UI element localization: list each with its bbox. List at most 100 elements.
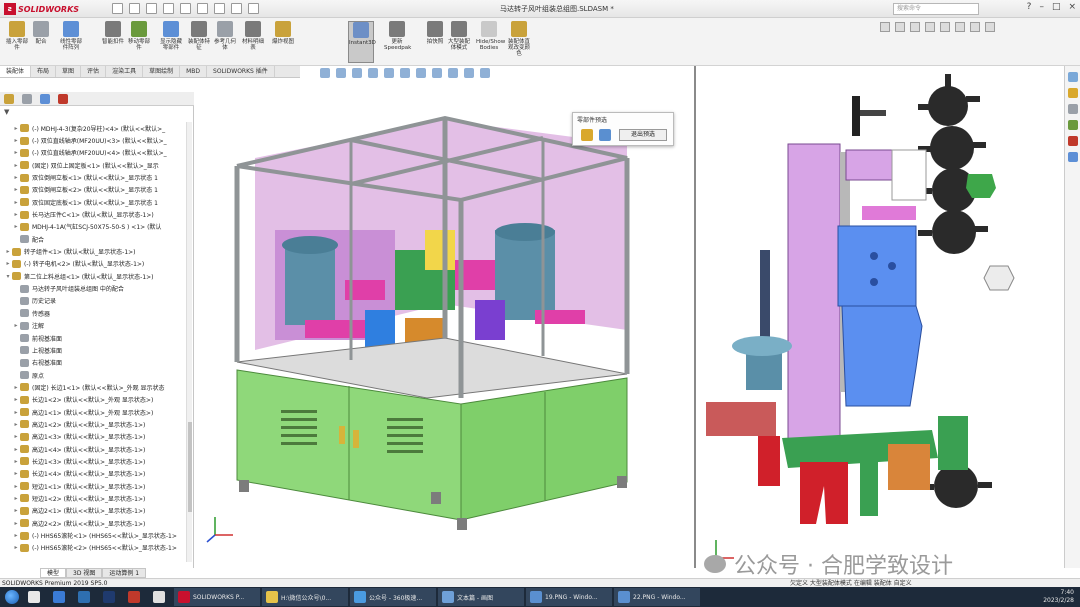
tree-item[interactable]: 前视基准面: [0, 332, 186, 344]
tree-item[interactable]: ▸ (-) HHS65滚轮<1> (HHS65<<默认>_显示状态-1>: [0, 529, 186, 541]
solidworks-logo[interactable]: ƨ SOLIDWORKS: [4, 2, 79, 16]
hide-show-icon[interactable]: [940, 22, 950, 32]
cmd-button-12[interactable]: 拍快照: [422, 21, 448, 63]
rebuild-icon[interactable]: [231, 3, 242, 14]
save-icon[interactable]: [163, 3, 174, 14]
cmd-button-11[interactable]: 更新Speedpak: [384, 21, 411, 63]
tab-1[interactable]: 布局: [31, 66, 57, 77]
expand-icon[interactable]: ▸: [12, 458, 20, 465]
tree-scrollbar[interactable]: [186, 122, 192, 562]
expand-icon[interactable]: ▸: [12, 507, 20, 514]
scroll-thumb[interactable]: [188, 422, 192, 512]
zoom-area-icon[interactable]: [336, 68, 346, 78]
filter-icon[interactable]: ▼: [4, 108, 9, 116]
tree-item[interactable]: 右视基准面: [0, 357, 186, 369]
expand-icon[interactable]: ▸: [12, 223, 20, 230]
settings-icon[interactable]: [985, 22, 995, 32]
property-manager-icon[interactable]: [22, 93, 32, 104]
tree-item[interactable]: 传感器: [0, 307, 186, 319]
expand-icon[interactable]: ▸: [12, 396, 20, 403]
expand-icon[interactable]: ▸: [12, 384, 20, 391]
taskbar-app-2[interactable]: [74, 588, 97, 606]
section-view-icon[interactable]: [368, 68, 378, 78]
close-icon[interactable]: ×: [1068, 2, 1076, 12]
tree-item[interactable]: ▸ 转子组件<1> (默认<默认_显示状态-1>): [0, 245, 186, 257]
tree-item[interactable]: 原点: [0, 369, 186, 381]
graphics-area-left[interactable]: [195, 80, 692, 568]
expand-icon[interactable]: ▸: [12, 470, 20, 477]
minimize-icon[interactable]: –: [1039, 2, 1044, 12]
zoom-fit-icon[interactable]: [320, 68, 330, 78]
expand-icon[interactable]: ▸: [12, 149, 20, 156]
open-icon[interactable]: [146, 3, 157, 14]
graphics-area-right[interactable]: [694, 66, 1064, 568]
expand-icon[interactable]: ▸: [12, 532, 20, 539]
expand-icon[interactable]: ▸: [12, 125, 20, 132]
expand-icon[interactable]: ▸: [12, 446, 20, 453]
tree-item[interactable]: ▸ 长边1<4> (默认<<默认>_显示状态-1>): [0, 468, 186, 480]
tree-item[interactable]: ▸ 长边1<2> (默认<<默认>_外观 显示状态>): [0, 394, 186, 406]
tab-2[interactable]: 草图: [56, 66, 82, 77]
view-settings-icon[interactable]: [480, 68, 490, 78]
expand-icon[interactable]: ▸: [12, 174, 20, 181]
taskbar-app-5[interactable]: [149, 588, 172, 606]
cmd-button-9[interactable]: 爆炸视图: [270, 21, 296, 63]
tree-item[interactable]: ▸ 双位倒闸立板<2> (默认<<默认>_显示状态 1: [0, 184, 186, 196]
view-palette-icon[interactable]: [1067, 120, 1078, 130]
expand-icon[interactable]: ▸: [4, 248, 12, 255]
resources-icon[interactable]: [1067, 72, 1078, 82]
taskbar-app-8[interactable]: 公众号 - 360极速...: [350, 588, 436, 606]
tree-item[interactable]: ▸ 双位倒闸立板<1> (默认<<默认>_显示状态 1: [0, 171, 186, 183]
expand-icon[interactable]: ▸: [12, 421, 20, 428]
expand-icon[interactable]: ▸: [12, 544, 20, 551]
tree-item[interactable]: ▸ 高边2<1> (默认<<默认>_显示状态-1>): [0, 505, 186, 517]
taskbar-app-0[interactable]: [24, 588, 47, 606]
taskbar-app-1[interactable]: [49, 588, 72, 606]
cmd-button-15[interactable]: 装配体直观改变颜色: [506, 21, 532, 63]
cmd-button-8[interactable]: 材料明细表: [240, 21, 266, 63]
tab-4[interactable]: 渲染工具: [106, 66, 144, 77]
display-style-icon[interactable]: [925, 22, 935, 32]
taskbar-app-4[interactable]: [124, 588, 147, 606]
tree-item[interactable]: ▸ MDHJ-4-1A(气缸SCJ-50X75-50-S ) <1> (默认: [0, 221, 186, 233]
model-tab-2[interactable]: 运动算例 1: [102, 568, 147, 578]
refresh-icon[interactable]: [599, 129, 611, 141]
expand-icon[interactable]: ▸: [12, 162, 20, 169]
display-manager-icon[interactable]: [58, 93, 68, 104]
cmd-button-2[interactable]: 线性零部件阵列: [58, 21, 84, 63]
cmd-button-3[interactable]: 智能扣件: [100, 21, 126, 63]
taskbar-app-11[interactable]: 22.PNG - Windo...: [614, 588, 700, 606]
dynamic-annotation-icon[interactable]: [384, 68, 394, 78]
tree-item[interactable]: ▸ (固定) 双位上固定板<1> (默认<<默认>_显示: [0, 159, 186, 171]
tree-item[interactable]: ▸ 高边1<1> (默认<<默认>_外观 显示状态>): [0, 406, 186, 418]
tree-item[interactable]: ▾ 第二位上料总组<1> (默认<默认_显示状态-1>): [0, 270, 186, 282]
cmd-button-5[interactable]: 显示隐藏零部件: [158, 21, 184, 63]
custom-properties-icon[interactable]: [1067, 152, 1078, 162]
maximize-icon[interactable]: □: [1052, 2, 1061, 12]
tree-item[interactable]: ▸ 长边1<3> (默认<<默认>_显示状态-1>): [0, 455, 186, 467]
tree-item[interactable]: ▸ 注解: [0, 320, 186, 332]
model-tab-1[interactable]: 3D 视图: [66, 568, 103, 578]
component-icon[interactable]: [581, 129, 593, 141]
zoom-icon[interactable]: [895, 22, 905, 32]
model-tab-0[interactable]: 模型: [40, 568, 67, 578]
new-icon[interactable]: [129, 3, 140, 14]
expand-icon[interactable]: ▸: [4, 260, 12, 267]
tree-item[interactable]: ▸ (-) HHS65滚轮<2> (HHS65<<默认>_显示状态-1>: [0, 542, 186, 554]
file-explorer-icon[interactable]: [1067, 104, 1078, 114]
system-clock[interactable]: 7:40 2023/2/28: [1043, 589, 1074, 605]
section-icon[interactable]: [910, 22, 920, 32]
cmd-button-10[interactable]: Instant3D: [348, 21, 376, 63]
tree-item[interactable]: ▸ 长马达压件C<1> (默认<默认_显示状态-1>): [0, 208, 186, 220]
tree-item[interactable]: 历史记录: [0, 295, 186, 307]
tree-item[interactable]: ▸ 高边1<3> (默认<<默认>_显示状态-1>): [0, 431, 186, 443]
cmd-button-7[interactable]: 参考几何体: [212, 21, 238, 63]
view-orientation-icon[interactable]: [400, 68, 410, 78]
edit-appearance-icon[interactable]: [448, 68, 458, 78]
tab-6[interactable]: MBD: [180, 66, 208, 77]
tree-item[interactable]: ▸ 高边1<2> (默认<<默认>_显示状态-1>): [0, 418, 186, 430]
tab-3[interactable]: 评估: [81, 66, 107, 77]
tab-5[interactable]: 草图绘制: [143, 66, 181, 77]
previous-view-icon[interactable]: [352, 68, 362, 78]
display-style-icon[interactable]: [416, 68, 426, 78]
